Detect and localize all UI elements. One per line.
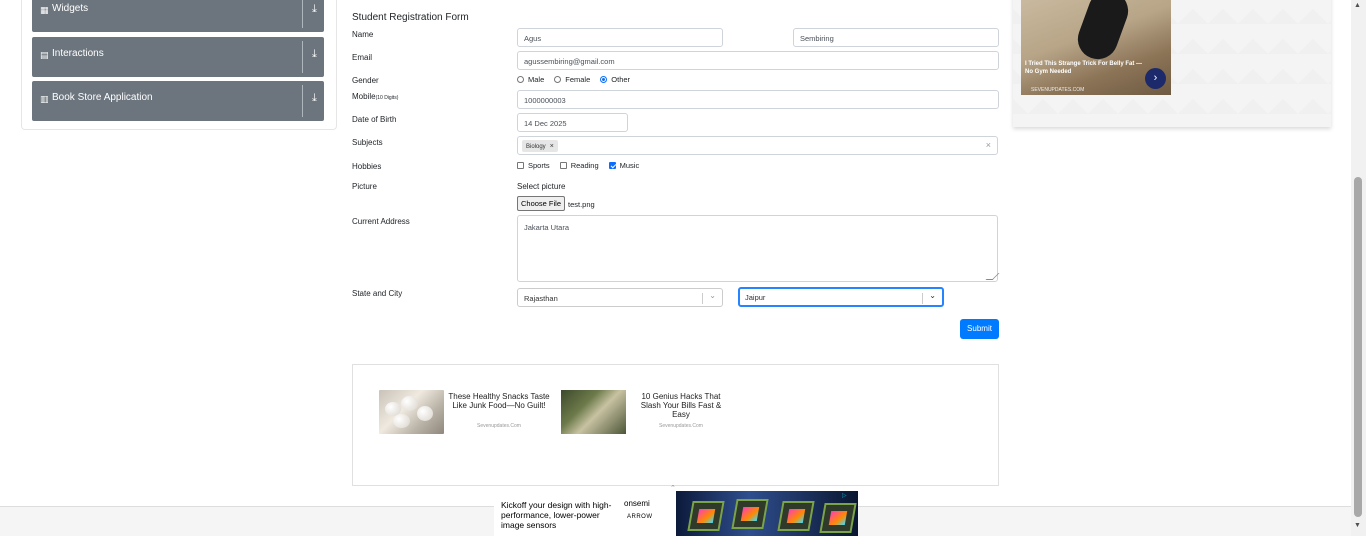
state-city-label: State and City (352, 289, 403, 298)
chevron-right-icon[interactable]: › (1145, 68, 1166, 89)
hobby-reading[interactable]: Reading (559, 161, 599, 170)
sidebar-group-book-store[interactable]: ▥ Book Store Application ⤓ (32, 81, 324, 121)
dob-label: Date of Birth (352, 115, 397, 124)
sidebar-group-widgets[interactable]: ▦ Widgets ⤓ (32, 0, 324, 32)
name-label: Name (352, 30, 374, 39)
mobile-input[interactable]: 1000000003 (517, 90, 999, 109)
gender-option-male[interactable]: Male (517, 75, 544, 84)
book-icon: ▥ (40, 94, 49, 104)
sidebar-group-label: Interactions (52, 48, 104, 59)
grid-icon: ▦ (40, 5, 49, 15)
hobbies-checkbox-group: Sports Reading Music (517, 161, 649, 170)
sidebar-group-interactions[interactable]: ▤ Interactions ⤓ (32, 37, 324, 77)
last-name-input[interactable]: Sembiring (793, 28, 999, 47)
divider (302, 41, 303, 73)
city-value: Jaipur (745, 293, 766, 302)
ad-headline[interactable]: These Healthy Snacks Taste Like Junk Foo… (446, 392, 552, 410)
current-address-textarea[interactable]: Jakarta Utara (517, 215, 1000, 282)
gender-radio-group: Male Female Other (517, 75, 640, 84)
arrow-logo: ARROW (627, 514, 653, 520)
first-name-input[interactable]: Agus (517, 28, 723, 47)
clear-icon[interactable]: × (986, 140, 991, 150)
file-name: test.png (568, 200, 595, 209)
chevron-down-icon[interactable]: ⌄ (929, 291, 936, 300)
ad-headline[interactable]: 10 Genius Hacks That Slash Your Bills Fa… (632, 392, 730, 419)
subjects-label: Subjects (352, 138, 383, 147)
checkbox-label: Sports (528, 161, 550, 170)
download-icon[interactable]: ⤓ (312, 92, 317, 105)
subject-chip: Biology × (522, 140, 558, 152)
radio-button[interactable] (517, 76, 524, 83)
picture-label: Picture (352, 182, 377, 191)
hobby-sports[interactable]: Sports (517, 161, 550, 170)
gender-option-female[interactable]: Female (554, 75, 590, 84)
state-select[interactable]: Rajasthan ⌄ (517, 288, 723, 307)
checkbox-label: Music (619, 161, 640, 170)
checkbox-label: Reading (570, 161, 599, 170)
address-text: Jakarta Utara (524, 223, 570, 232)
scroll-up-arrow-icon[interactable]: ▲ (1354, 2, 1361, 9)
form-title: Student Registration Form (352, 12, 469, 23)
scroll-down-arrow-icon[interactable]: ▼ (1354, 522, 1361, 529)
radio-label: Male (528, 75, 545, 84)
checkbox[interactable] (517, 162, 524, 169)
address-label: Current Address (352, 217, 410, 226)
ad-source: Sevenupdates.Com (659, 423, 703, 429)
adchoices-icon[interactable]: ▷ (842, 492, 850, 500)
download-icon[interactable]: ⤓ (312, 3, 317, 16)
radio-label: Other (611, 75, 631, 84)
mobile-hint: (10 Digits) (375, 95, 399, 101)
ad-source: Sevenupdates.Com (477, 423, 521, 429)
resize-handle-icon[interactable] (985, 273, 1000, 280)
gender-label: Gender (352, 76, 379, 85)
mobile-label: Mobile(10 Digits) (352, 92, 398, 101)
ad-image[interactable] (379, 390, 444, 434)
scrollbar-thumb[interactable] (1354, 177, 1362, 517)
email-label: Email (352, 53, 373, 62)
page: I Tried This Strange Trick For Belly Fat… (0, 0, 1366, 536)
divider (302, 0, 303, 28)
city-select[interactable]: Jaipur ⌄ (738, 287, 944, 307)
hobbies-label: Hobbies (352, 162, 382, 171)
chip-remove-icon[interactable]: × (550, 143, 554, 150)
select-picture-label: Select picture (517, 182, 566, 191)
sidebar-group-label: Book Store Application (52, 92, 153, 103)
subjects-input[interactable]: Biology × × (517, 136, 998, 155)
dob-input[interactable]: 14 Dec 2025 (517, 113, 628, 132)
ad-source: SEVENUPDATES.COM (1031, 87, 1085, 93)
download-icon[interactable]: ⤓ (312, 48, 317, 61)
divider (702, 293, 703, 304)
hobby-music[interactable]: Music (608, 161, 640, 170)
gender-option-other[interactable]: Other (600, 75, 630, 84)
banner-text[interactable]: Kickoff your design with high-performanc… (501, 500, 619, 530)
list-icon: ▤ (40, 50, 49, 60)
email-input[interactable]: agussembiring@gmail.com (517, 51, 999, 70)
onsemi-logo: onsemi (624, 499, 650, 508)
radio-button-selected[interactable] (600, 76, 608, 83)
mobile-label-text: Mobile (352, 92, 376, 101)
divider (302, 85, 303, 117)
sidebar-group-label: Widgets (52, 3, 89, 14)
chevron-down-icon[interactable]: ⌄ (709, 291, 716, 300)
banner-image[interactable] (676, 491, 858, 536)
subject-chip-label: Biology (526, 144, 546, 150)
ad-image[interactable] (561, 390, 626, 434)
checkbox-checked[interactable] (608, 162, 616, 169)
submit-button[interactable]: Submit (960, 319, 999, 339)
radio-label: Female (565, 75, 591, 84)
ad-caption[interactable]: I Tried This Strange Trick For Belly Fat… (1025, 60, 1145, 76)
state-value: Rajasthan (524, 294, 558, 303)
choose-file-button[interactable]: Choose File (517, 196, 566, 211)
checkbox[interactable] (559, 162, 567, 169)
bottom-banner-ad[interactable]: Kickoff your design with high-performanc… (494, 491, 858, 536)
radio-button[interactable] (554, 76, 562, 83)
divider (922, 293, 923, 304)
